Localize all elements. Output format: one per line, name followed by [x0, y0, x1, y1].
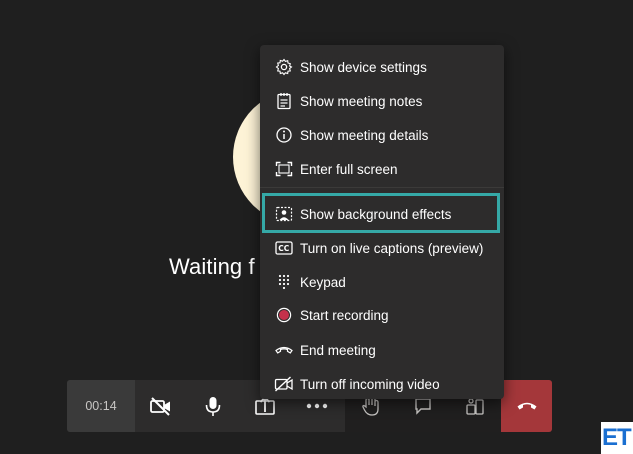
menu-item-full-screen[interactable]: Enter full screen: [260, 152, 504, 186]
notes-icon: [274, 91, 294, 111]
menu-item-label: Show device settings: [300, 59, 427, 75]
menu-item-label: Turn on live captions (preview): [300, 240, 484, 256]
record-icon: [274, 305, 294, 325]
video-off-icon: [274, 374, 294, 394]
menu-item-label: Show meeting details: [300, 127, 429, 143]
camera-toggle-button[interactable]: [135, 380, 187, 432]
menu-item-keypad[interactable]: Keypad: [260, 265, 504, 299]
end-meeting-icon: [274, 340, 294, 360]
captions-icon: CC: [274, 238, 294, 258]
camera-off-icon: [149, 396, 173, 416]
menu-item-background-effects[interactable]: Show background effects: [260, 197, 504, 231]
call-timer: 00:14: [67, 380, 135, 432]
fullscreen-icon: [274, 159, 294, 179]
menu-item-incoming-video[interactable]: Turn off incoming video: [260, 367, 504, 401]
info-icon: [274, 125, 294, 145]
svg-text:CC: CC: [278, 244, 290, 253]
more-ellipsis-icon: [306, 403, 328, 409]
menu-item-label: Enter full screen: [300, 161, 398, 177]
menu-item-label: Show background effects: [300, 206, 452, 222]
menu-item-start-recording[interactable]: Start recording: [260, 298, 504, 332]
phone-hangup-icon: [516, 400, 538, 412]
hang-up-button[interactable]: [501, 380, 552, 432]
keypad-icon: [274, 272, 294, 292]
watermark-logo: ET: [601, 422, 633, 454]
menu-item-device-settings[interactable]: Show device settings: [260, 50, 504, 84]
menu-item-label: Start recording: [300, 307, 389, 323]
menu-item-live-captions[interactable]: CC Turn on live captions (preview): [260, 231, 504, 265]
menu-item-label: End meeting: [300, 342, 376, 358]
background-effects-icon: [274, 204, 294, 224]
gear-icon: [274, 57, 294, 77]
microphone-icon: [203, 395, 223, 417]
menu-item-label: Show meeting notes: [300, 93, 423, 109]
menu-item-label: Turn off incoming video: [300, 376, 440, 392]
menu-item-meeting-notes[interactable]: Show meeting notes: [260, 84, 504, 118]
menu-item-end-meeting[interactable]: End meeting: [260, 333, 504, 367]
menu-divider: [260, 187, 504, 188]
menu-item-label: Keypad: [300, 274, 346, 290]
mic-toggle-button[interactable]: [187, 380, 239, 432]
more-actions-menu: Show device settings Show meeting notes: [260, 45, 504, 399]
waiting-message: Waiting f: [169, 254, 255, 279]
menu-item-meeting-details[interactable]: Show meeting details: [260, 118, 504, 152]
meeting-stage: Waiting f 00:14 Show device settings Sho…: [0, 0, 633, 454]
